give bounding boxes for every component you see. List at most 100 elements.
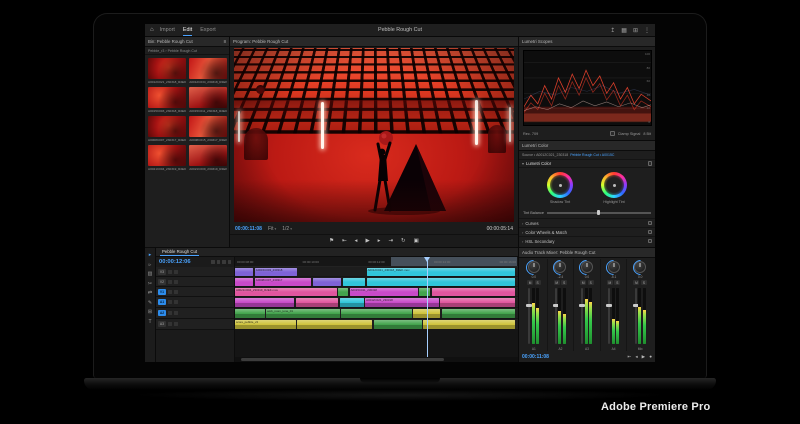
timeline-toggle-icon[interactable] <box>211 260 215 264</box>
track-lane-a2[interactable]: amb_room_tone_01 <box>235 308 518 318</box>
go-to-out-icon[interactable]: ⇥ <box>388 238 393 244</box>
playback-resolution-select[interactable]: 1/2 <box>282 226 292 232</box>
track-header-v1[interactable]: V1 <box>156 287 234 297</box>
playhead[interactable] <box>427 257 428 357</box>
track-target-toggle[interactable]: V1 <box>158 289 166 295</box>
section-enabled-checkbox[interactable] <box>648 230 653 235</box>
effect-enabled-toggle[interactable] <box>648 161 653 166</box>
export-frame-icon[interactable]: ▣ <box>414 238 419 244</box>
timeline-clip[interactable] <box>235 278 253 286</box>
volume-fader[interactable] <box>608 288 610 344</box>
track-target-toggle[interactable]: V3 <box>158 269 166 275</box>
project-clip[interactable]: A0012C034_230318_R2EK <box>189 58 227 84</box>
tint-balance-slider[interactable] <box>547 212 651 214</box>
type-tool-icon[interactable]: T <box>148 319 151 325</box>
timeline-clip[interactable]: amb_room_tone_01 <box>266 309 340 318</box>
track-lock-toggle[interactable] <box>168 311 172 315</box>
pen-tool-icon[interactable]: ✎ <box>148 300 152 306</box>
timeline-timecode[interactable]: 00:00:12:06 <box>159 259 191 265</box>
home-icon[interactable]: ⌂ <box>150 27 154 33</box>
timeline-clip[interactable]: score_pebble_v3 <box>235 320 296 329</box>
track-header-a1[interactable]: A1 <box>156 297 234 308</box>
track-header-a3[interactable]: A3 <box>156 319 234 330</box>
pan-knob[interactable] <box>634 261 646 273</box>
solo-button[interactable]: S <box>614 280 620 285</box>
timeline-clip[interactable] <box>374 320 422 329</box>
timeline-clip[interactable] <box>296 298 338 307</box>
mute-button[interactable]: M <box>633 280 639 285</box>
timeline-clip[interactable] <box>235 309 265 318</box>
timeline-clip[interactable] <box>423 320 515 329</box>
track-lane-v2[interactable]: A0008C007_230317 <box>235 277 518 286</box>
play-icon[interactable]: ▶ <box>642 354 646 360</box>
tab-import[interactable]: Import <box>160 24 175 36</box>
track-lock-toggle[interactable] <box>168 322 172 326</box>
shadow-tint-wheel[interactable] <box>547 172 573 198</box>
program-timecode[interactable]: 00:00:11:08 <box>235 226 262 232</box>
zoom-level-select[interactable]: Fit <box>268 226 276 232</box>
project-clip[interactable]: A0021C009_230319_R2EK <box>189 145 227 171</box>
solo-button[interactable]: S <box>561 280 567 285</box>
clamp-signal-checkbox[interactable] <box>610 131 615 136</box>
mute-button[interactable]: M <box>607 280 613 285</box>
pan-knob[interactable] <box>554 261 566 273</box>
timeline-clip[interactable] <box>338 288 348 296</box>
project-clip[interactable]: A0021C004_230319_R2EK <box>148 145 186 171</box>
project-breadcrumb[interactable]: Pebble_r3 › Pebble Rough Cut <box>145 47 229 55</box>
solo-button[interactable]: S <box>588 280 594 285</box>
lumetri-source[interactable]: Source • A0012C021_230318 <box>522 153 568 157</box>
step-forward-icon[interactable]: ▸ <box>378 238 381 244</box>
timeline-clip[interactable] <box>235 268 253 276</box>
project-clip[interactable]: A0015C003_230318_R2EK <box>148 87 186 113</box>
mute-button[interactable]: M <box>554 280 560 285</box>
timeline-toggle-icon[interactable] <box>228 260 232 264</box>
mute-button[interactable]: M <box>527 280 533 285</box>
track-lock-toggle[interactable] <box>168 270 172 274</box>
timeline-clip[interactable] <box>419 288 430 296</box>
go-to-in-icon[interactable]: ⇤ <box>628 354 632 360</box>
timeline-clip[interactable] <box>432 288 515 296</box>
timeline-clip[interactable]: A0015C011_230318 <box>350 288 418 296</box>
track-mute-toggle[interactable] <box>174 311 178 315</box>
track-mute-toggle[interactable] <box>174 322 178 326</box>
pan-knob[interactable] <box>581 261 593 273</box>
mixer-timecode[interactable]: 00:00:11:08 <box>522 354 549 360</box>
quick-export-icon[interactable]: ↥ <box>610 27 615 34</box>
section-enabled-checkbox[interactable] <box>648 239 653 244</box>
tab-export[interactable]: Export <box>200 24 216 36</box>
volume-fader[interactable] <box>581 288 583 344</box>
track-mute-toggle[interactable] <box>174 300 178 304</box>
track-target-toggle[interactable]: A3 <box>158 321 166 327</box>
timeline-clip[interactable] <box>340 298 364 307</box>
track-lock-toggle[interactable] <box>168 290 172 294</box>
timeline-clip[interactable] <box>341 309 412 318</box>
tab-edit[interactable]: Edit <box>183 24 192 36</box>
track-header-v2[interactable]: V2 <box>156 277 234 287</box>
track-lane-v3[interactable]: A0015C003_230318A0012C021_230318_R2EK.mo… <box>235 267 518 276</box>
timeline-tracks-area[interactable]: 00:00:08:0000:00:10:0000:00:12:0000:00:1… <box>235 257 518 362</box>
go-to-in-icon[interactable]: ⇤ <box>342 238 347 244</box>
track-mute-toggle[interactable] <box>174 290 178 294</box>
ripple-edit-tool-icon[interactable]: ▥ <box>148 271 153 277</box>
track-header-v3[interactable]: V3 <box>156 267 234 277</box>
section-enabled-checkbox[interactable] <box>648 221 653 226</box>
timeline-toggle-icon[interactable] <box>217 260 221 264</box>
timeline-clip[interactable] <box>343 278 366 286</box>
timeline-clip[interactable]: A0015C003_230318 <box>255 268 297 276</box>
lumetri-section-curves[interactable]: ›Curves <box>519 218 655 227</box>
timeline-clip[interactable] <box>367 278 516 286</box>
timeline-toggle-icon[interactable] <box>222 260 226 264</box>
record-icon[interactable]: ● <box>649 354 652 360</box>
project-clip[interactable]: A0015C011_230318_R2EK <box>189 87 227 113</box>
add-marker-icon[interactable]: ⚑ <box>329 238 334 244</box>
volume-fader[interactable] <box>528 288 530 344</box>
solo-button[interactable]: S <box>535 280 541 285</box>
pan-knob[interactable] <box>608 261 620 273</box>
slip-tool-icon[interactable]: ⇄ <box>148 290 152 296</box>
project-clip[interactable]: A0008C015_230317_R2EK <box>189 116 227 142</box>
lumetri-effect-name[interactable]: Lumetri Color <box>526 161 551 166</box>
panel-menu-icon[interactable]: ≡ <box>223 39 226 44</box>
workspaces-icon[interactable]: ▦ <box>621 27 627 34</box>
timeline-clip[interactable] <box>235 298 294 307</box>
hand-tool-icon[interactable]: ⊞ <box>148 309 152 315</box>
